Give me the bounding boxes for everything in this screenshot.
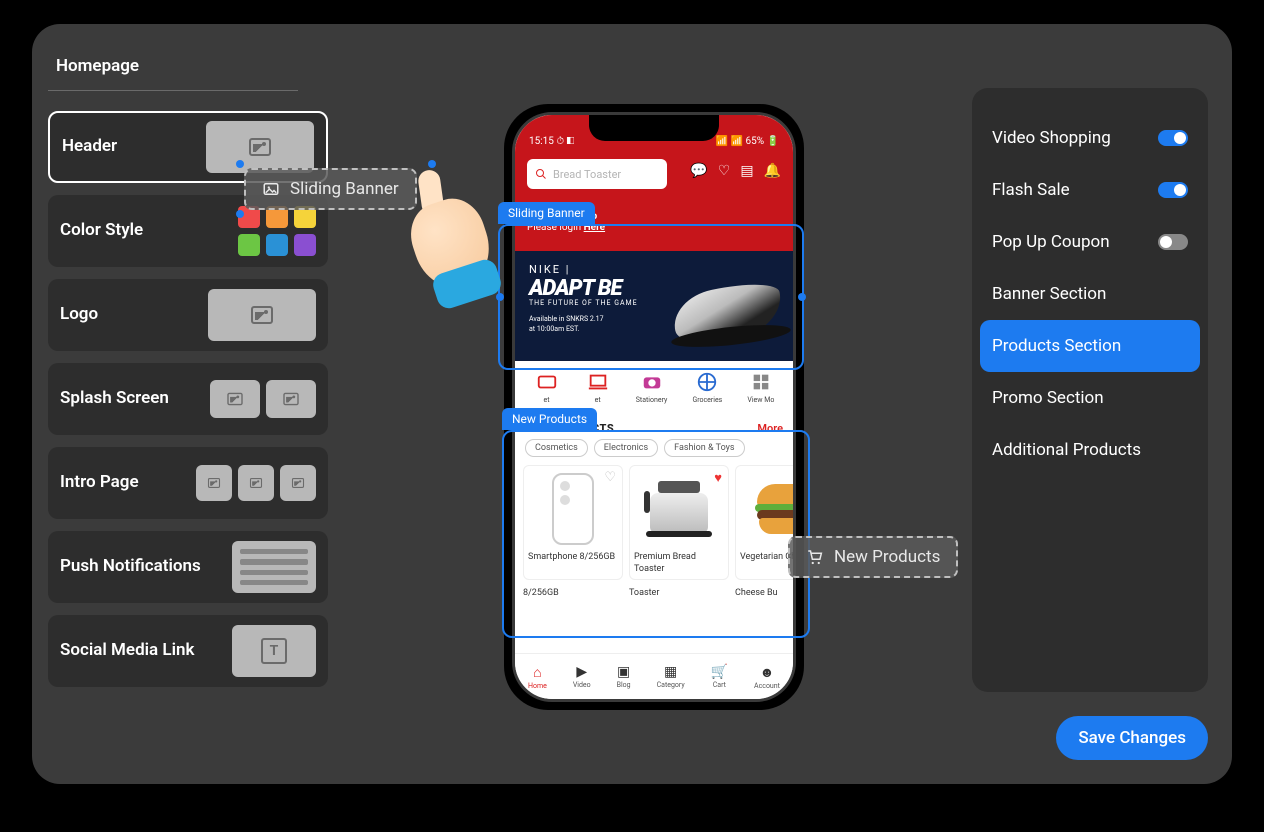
sidebar-item-splash-screen[interactable]: Splash Screen	[48, 363, 328, 435]
more-link[interactable]: More	[757, 422, 783, 435]
settings-panel: Video Shopping Flash Sale Pop Up Coupon …	[972, 88, 1208, 692]
favorite-icon[interactable]: ♡	[604, 470, 616, 485]
product-card[interactable]: ♥ Premium Bread Toaster	[629, 465, 729, 580]
category-row: et et Stationery Groceries View Mo	[515, 361, 793, 414]
category-item[interactable]: Stationery	[636, 371, 668, 404]
overflow-row: 8/256GBToasterCheese Bu	[515, 588, 793, 598]
product-row: ♡ Smartphone 8/256GB ♥ Premium Bread Toa…	[515, 465, 793, 588]
new-products-badge: New Products	[502, 408, 597, 430]
sidebar-item-intro-page[interactable]: Intro Page	[48, 447, 328, 519]
tab-account[interactable]: ☻Account	[754, 664, 780, 690]
chip-electronics[interactable]: Electronics	[594, 439, 658, 457]
tab-home[interactable]: ⌂Home	[528, 664, 547, 690]
setting-products-section[interactable]: Products Section	[980, 320, 1200, 372]
heart-icon[interactable]: ♡	[718, 163, 731, 179]
drag-ghost-sliding-banner[interactable]: Sliding Banner	[244, 168, 417, 210]
app-panel: Homepage Header Color Style Logo Splash …	[32, 24, 1232, 784]
category-item[interactable]: et	[534, 371, 560, 404]
phone-search[interactable]: Bread Toaster	[527, 159, 667, 189]
setting-popup-coupon[interactable]: Pop Up Coupon	[980, 216, 1200, 268]
hand-cursor-icon	[414, 200, 488, 288]
header-thumb	[206, 121, 314, 173]
sidebar-item-push-notifications[interactable]: Push Notifications	[48, 531, 328, 603]
bell-icon[interactable]: 🔔	[764, 163, 781, 179]
sidebar-item-logo[interactable]: Logo	[48, 279, 328, 351]
color-swatches	[238, 206, 316, 256]
phone-header: Bread Toaster 💬 ♡ ▤ 🔔 Welcome, owoo Plea…	[515, 151, 793, 251]
product-card[interactable]: Vegetarian Cheese Bu	[735, 465, 796, 580]
sliding-banner-badge: Sliding Banner	[498, 202, 595, 224]
sidebar: Homepage Header Color Style Logo Splash …	[48, 56, 328, 699]
setting-additional-products[interactable]: Additional Products	[980, 424, 1200, 476]
setting-promo-section[interactable]: Promo Section	[980, 372, 1200, 424]
tab-blog[interactable]: ▣Blog	[617, 664, 631, 689]
phone-tabbar: ⌂Home ▶Video ▣Blog ▦Category 🛒Cart ☻Acco…	[515, 653, 793, 699]
tab-video[interactable]: ▶Video	[573, 664, 591, 689]
chip-fashion-toys[interactable]: Fashion & Toys	[664, 439, 744, 457]
toggle-popup-coupon[interactable]	[1158, 234, 1188, 250]
shoe-image	[653, 255, 793, 355]
setting-video-shopping[interactable]: Video Shopping	[980, 112, 1200, 164]
chip-cosmetics[interactable]: Cosmetics	[525, 439, 588, 457]
phone-mockup: 15:15 ⏱ ◧📶 📶 65% 🔋 Bread Toaster 💬 ♡ ▤ 🔔…	[504, 104, 804, 710]
burger-image	[753, 480, 796, 538]
search-icon	[535, 168, 547, 180]
chat-icon[interactable]: 💬	[690, 163, 707, 179]
cart-icon	[806, 548, 824, 566]
phone-banner[interactable]: NIKE | ADAPT BE THE FUTURE OF THE GAME A…	[515, 251, 793, 361]
product-card[interactable]: ♡ Smartphone 8/256GB	[523, 465, 623, 580]
setting-banner-section[interactable]: Banner Section	[980, 268, 1200, 320]
toggle-flash-sale[interactable]	[1158, 182, 1188, 198]
favorite-icon[interactable]: ♥	[714, 470, 722, 486]
category-item[interactable]: View Mo	[747, 371, 774, 404]
category-item[interactable]: Groceries	[692, 371, 722, 404]
tab-cart[interactable]: 🛒Cart	[711, 664, 728, 689]
logo-thumb	[208, 289, 316, 341]
setting-flash-sale[interactable]: Flash Sale	[980, 164, 1200, 216]
section-title: Homepage	[48, 56, 298, 91]
tab-category[interactable]: ▦Category	[657, 664, 685, 689]
toggle-video-shopping[interactable]	[1158, 130, 1188, 146]
toaster-image	[646, 481, 712, 537]
chip-row: Cosmetics Electronics Fashion & Toys	[515, 439, 793, 465]
smartphone-image	[552, 473, 594, 545]
clipboard-icon[interactable]: ▤	[740, 163, 753, 179]
image-icon	[262, 180, 280, 198]
drag-ghost-new-products[interactable]: New Products	[788, 536, 958, 578]
sidebar-item-social-media-link[interactable]: Social Media Link T	[48, 615, 328, 687]
save-changes-button[interactable]: Save Changes	[1056, 716, 1208, 760]
category-item[interactable]: et	[585, 371, 611, 404]
